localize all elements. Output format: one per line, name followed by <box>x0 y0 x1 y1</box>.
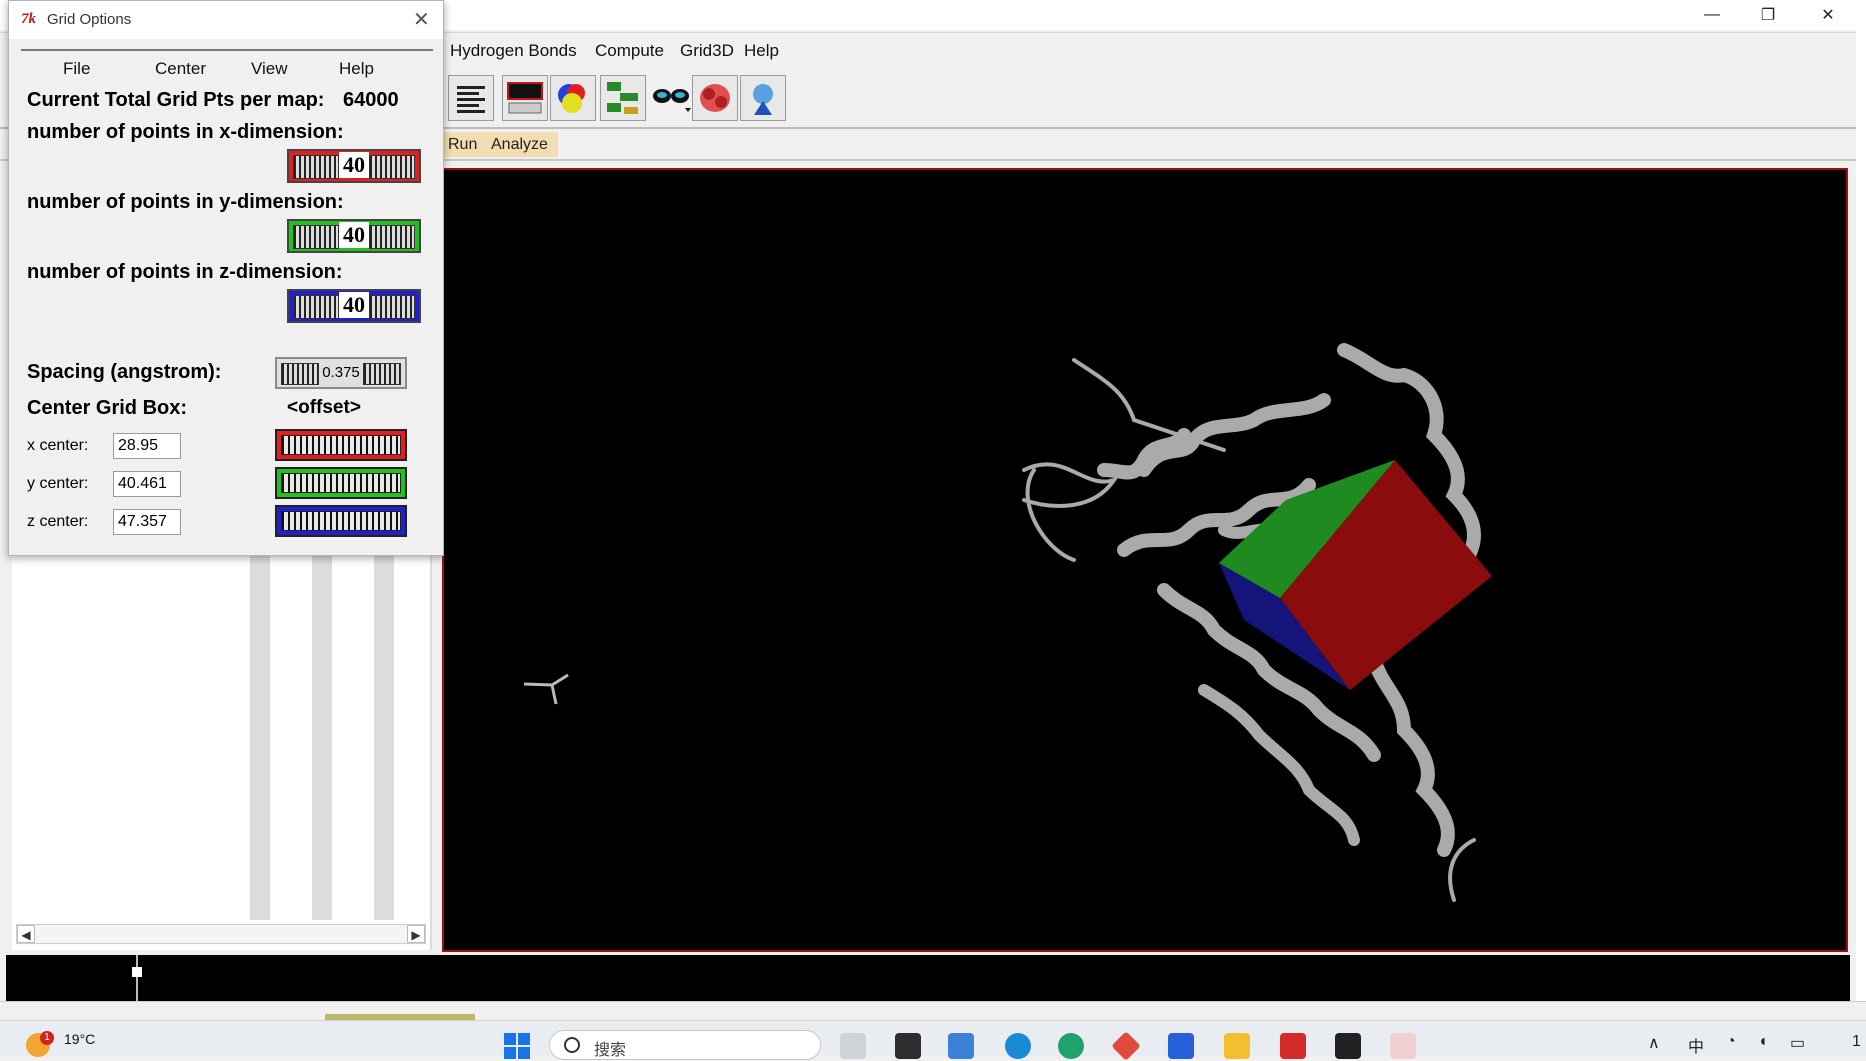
spacing-value: 0.375 <box>322 364 360 381</box>
x-center-label: x center: <box>27 437 89 454</box>
spacing-increase[interactable] <box>363 363 401 385</box>
y-points-counter[interactable]: 40 <box>287 219 421 253</box>
dialog-menu-help[interactable]: Help <box>339 59 374 79</box>
volume-icon[interactable]: ◖ <box>1758 1033 1768 1051</box>
z-points-value: 40 <box>339 292 369 318</box>
timeline-knob[interactable] <box>132 967 142 977</box>
monitor-icon[interactable] <box>502 75 548 121</box>
dialog-body: File Center View Help Current Total Grid… <box>21 49 433 547</box>
menu-grid3d[interactable]: Grid3D <box>680 41 734 61</box>
menu-help[interactable]: Help <box>744 41 779 61</box>
y-center-label: y center: <box>27 475 89 492</box>
maximize-button[interactable]: ❐ <box>1740 0 1796 30</box>
calendar-app-icon[interactable] <box>948 1033 974 1059</box>
blue-app-icon[interactable] <box>1168 1033 1194 1059</box>
grid-options-dialog: 7k Grid Options ✕ File Center View Help … <box>8 0 444 556</box>
offset-label: <offset> <box>287 397 361 418</box>
spacing-decrease[interactable] <box>281 363 319 385</box>
status-strip <box>0 1001 1866 1022</box>
3d-glasses-icon[interactable] <box>648 75 694 121</box>
battery-icon[interactable]: ▭ <box>1790 1033 1805 1053</box>
x-center-thumbwheel[interactable] <box>275 429 407 461</box>
tk-logo-icon: 7k <box>21 11 36 27</box>
tray-chevron-icon[interactable]: ∧ <box>1648 1033 1660 1053</box>
striped-columns <box>208 520 428 920</box>
search-icon <box>564 1037 580 1053</box>
taskbar-search-input[interactable]: 搜索 <box>549 1030 821 1060</box>
x-counter-increase[interactable] <box>369 155 415 179</box>
dialog-menu-center[interactable]: Center <box>155 59 206 79</box>
x-points-value: 40 <box>339 152 369 178</box>
y-dimension-label: number of points in y-dimension: <box>27 191 344 213</box>
hierarchy-icon[interactable] <box>600 75 646 121</box>
total-grid-pts-value: 64000 <box>343 89 399 111</box>
tk-app-icon[interactable] <box>1390 1033 1416 1059</box>
minimize-button[interactable]: — <box>1684 0 1740 30</box>
total-grid-pts-label: Current Total Grid Pts per map: <box>27 89 325 111</box>
y-center-thumbwheel[interactable] <box>275 467 407 499</box>
z-center-thumbwheel[interactable] <box>275 505 407 537</box>
y-counter-decrease[interactable] <box>293 225 339 249</box>
dialog-titlebar[interactable]: 7k Grid Options ✕ <box>9 1 443 39</box>
z-dimension-label: number of points in z-dimension: <box>27 261 343 283</box>
dialog-menu-file[interactable]: File <box>63 59 90 79</box>
close-window-button[interactable]: ✕ <box>1800 0 1856 30</box>
spacing-label: Spacing (angstrom): <box>27 361 222 383</box>
x-dimension-label: number of points in x-dimension: <box>27 121 344 143</box>
timeline-line <box>136 955 138 1001</box>
notification-badge: 1 <box>40 1031 54 1045</box>
3d-viewer[interactable] <box>442 168 1848 952</box>
x-center-input[interactable]: 28.95 <box>113 433 181 459</box>
color-balls-icon[interactable] <box>550 75 596 121</box>
menu-hydrogen-bonds[interactable]: Hydrogen Bonds <box>450 41 577 61</box>
dialog-title: Grid Options <box>47 11 132 28</box>
pmv-icon[interactable] <box>740 75 786 121</box>
tab-run[interactable]: Run <box>438 132 488 157</box>
clock-partial[interactable]: 1 <box>1852 1033 1861 1051</box>
y-points-value: 40 <box>339 222 369 248</box>
taskbar: 1 19°C 搜索 ∧ 中 ◔ ◖ ▭ 1 <box>0 1020 1866 1061</box>
horizontal-scrollbar[interactable]: ◀ ▶ <box>16 924 426 944</box>
y-counter-increase[interactable] <box>369 225 415 249</box>
browser-icon[interactable] <box>1005 1033 1031 1059</box>
menu-compute[interactable]: Compute <box>595 41 664 61</box>
text-align-icon[interactable] <box>448 75 494 121</box>
dialog-close-button[interactable]: ✕ <box>413 7 430 32</box>
y-center-input[interactable]: 40.461 <box>113 471 181 497</box>
windows-start-icon[interactable] <box>504 1033 530 1059</box>
terminal-icon[interactable] <box>1335 1033 1361 1059</box>
scroll-left-icon[interactable]: ◀ <box>17 925 35 943</box>
x-points-counter[interactable]: 40 <box>287 149 421 183</box>
z-points-counter[interactable]: 40 <box>287 289 421 323</box>
timeline-bar[interactable] <box>6 955 1850 1001</box>
search-placeholder: 搜索 <box>594 1042 627 1059</box>
dialog-menu-view[interactable]: View <box>251 59 288 79</box>
task-view-icon[interactable] <box>840 1033 866 1059</box>
right-edge-strip <box>1856 0 1866 1020</box>
x-counter-decrease[interactable] <box>293 155 339 179</box>
z-counter-decrease[interactable] <box>293 295 339 319</box>
red-app-icon[interactable] <box>1111 1031 1141 1061</box>
molecule-surface-icon[interactable] <box>692 75 738 121</box>
temperature[interactable]: 19°C <box>64 1031 95 1047</box>
z-center-label: z center: <box>27 513 89 530</box>
wifi-icon[interactable]: ◔ <box>1726 1033 1736 1051</box>
scroll-right-icon[interactable]: ▶ <box>407 925 425 943</box>
molecule-scene <box>523 343 1492 902</box>
center-grid-box-label: Center Grid Box: <box>27 397 188 419</box>
tab-analyze[interactable]: Analyze <box>481 132 558 157</box>
folder-icon[interactable] <box>1224 1033 1250 1059</box>
z-center-input[interactable]: 47.357 <box>113 509 181 535</box>
axis-glyph <box>523 673 569 705</box>
z-counter-increase[interactable] <box>369 295 415 319</box>
ime-indicator[interactable]: 中 <box>1688 1033 1704 1057</box>
nvidia-icon[interactable] <box>895 1033 921 1059</box>
edge-icon[interactable] <box>1058 1033 1084 1059</box>
wps-icon[interactable] <box>1280 1033 1306 1059</box>
left-dashboard-panel <box>12 520 432 950</box>
spacing-counter[interactable]: 0.375 <box>275 357 407 389</box>
